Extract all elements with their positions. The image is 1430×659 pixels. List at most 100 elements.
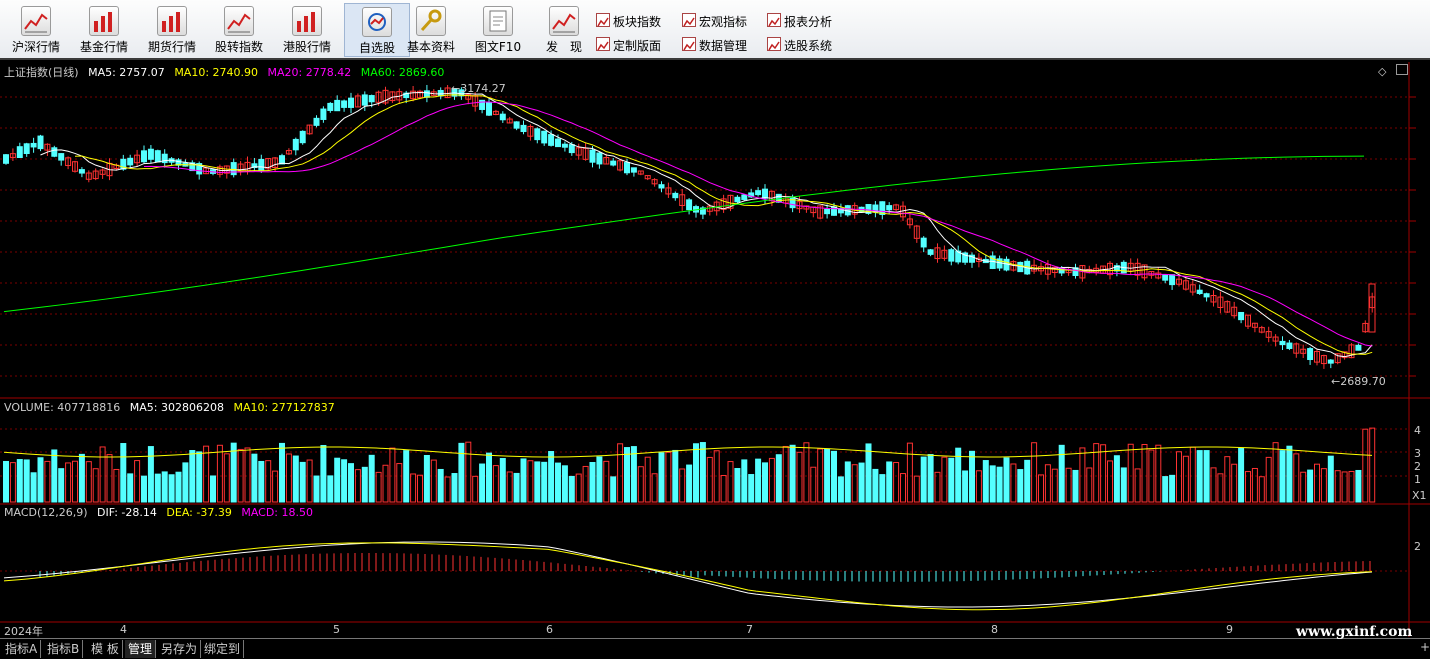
volume-bar <box>568 475 575 503</box>
ma10-readout: MA10: 2740.90 <box>174 66 259 79</box>
volume-bar <box>727 461 734 503</box>
candle <box>327 102 334 111</box>
candle <box>78 169 85 174</box>
maximize-icon[interactable] <box>1396 64 1408 75</box>
toolbar-button-4[interactable]: 港股行情 <box>274 3 340 57</box>
toolbar-small-button-5[interactable]: 选股系统 <box>767 36 832 56</box>
volume-bar <box>596 456 603 503</box>
candle <box>741 194 748 200</box>
volume-bar <box>479 463 486 503</box>
candle <box>520 124 527 133</box>
volume-bar <box>210 475 216 503</box>
volume-bar <box>720 474 727 503</box>
volume-bar <box>1279 450 1286 503</box>
candle <box>596 152 603 165</box>
candle <box>499 113 506 121</box>
volume-bar <box>686 464 693 503</box>
bottom-tab-1[interactable]: 指标B <box>44 640 84 658</box>
volume-bar <box>1127 443 1134 503</box>
toolbar-button-1[interactable]: 基金行情 <box>71 3 137 57</box>
toolbar-small-button-4[interactable]: 数据管理 <box>682 36 747 56</box>
volume-bar <box>168 474 175 503</box>
high-price-label: ←3174.27 <box>451 82 506 95</box>
volume-bar <box>1141 444 1148 503</box>
toolbar-button-0[interactable]: 沪深行情 <box>3 3 69 57</box>
volume-bar <box>1334 470 1341 503</box>
volume-bar <box>775 454 782 503</box>
candle <box>920 237 927 248</box>
data-icon <box>682 37 696 51</box>
add-icon[interactable]: + <box>1420 640 1430 654</box>
hk-chart-icon <box>292 6 322 36</box>
volume-bar <box>354 469 361 503</box>
macd-title: MACD(12,26,9) <box>4 506 88 519</box>
volume-bar <box>824 448 831 503</box>
volume-bar <box>37 457 44 503</box>
volume-bar <box>1107 460 1113 503</box>
bottom-tab-3[interactable]: 管理 <box>125 640 157 658</box>
candle <box>320 108 327 120</box>
toolbar-small-button-label: 选股系统 <box>784 39 833 53</box>
volume-bar <box>189 450 196 503</box>
volume-bar <box>693 443 699 503</box>
volume-bar <box>1003 457 1010 503</box>
candle <box>1279 340 1286 346</box>
settings-diamond-icon[interactable]: ◇ <box>1378 65 1386 78</box>
toolbar-button-2[interactable]: 期货行情 <box>139 3 205 57</box>
volume-bar <box>858 462 865 503</box>
bottom-tab-2[interactable]: 模 板 <box>88 640 123 658</box>
volume-bar <box>113 468 120 503</box>
x-axis-label: 9 <box>1226 623 1233 636</box>
bottom-tab-5[interactable]: 绑定到 <box>201 640 245 658</box>
bottom-tab-4[interactable]: 另存为 <box>158 640 202 658</box>
toolbar-small-button-1[interactable]: 宏观指标 <box>682 12 747 32</box>
candle <box>258 158 265 171</box>
volume-bar <box>1231 463 1238 503</box>
macd-panel-header: MACD(12,26,9) DIF: -28.14 DEA: -37.39 MA… <box>4 506 319 519</box>
volume-bar <box>1224 456 1231 503</box>
toolbar-small-button-3[interactable]: 定制版面 <box>596 36 661 56</box>
volume-bar <box>699 442 706 503</box>
candle <box>534 128 541 141</box>
candle <box>1169 274 1176 286</box>
volume-bar <box>327 475 334 503</box>
toolbar-button-8[interactable]: 发 现 <box>531 3 597 57</box>
candle <box>824 208 831 215</box>
screener-icon <box>767 37 781 51</box>
candle <box>58 153 65 161</box>
volume-bar <box>1017 469 1024 503</box>
volume-bar <box>265 460 272 503</box>
volume-bar <box>1362 428 1369 503</box>
volume-bar <box>230 442 237 503</box>
candle <box>486 102 492 116</box>
discover-chart-icon <box>549 6 579 36</box>
toolbar-small-button-2[interactable]: 报表分析 <box>767 12 832 32</box>
bottom-tab-0[interactable]: 指标A <box>2 640 42 658</box>
chart-area[interactable]: 上证指数(日线) MA5: 2757.07 MA10: 2740.90 MA20… <box>0 62 1430 638</box>
volume-bar <box>134 460 141 503</box>
volume-bar <box>1307 469 1314 503</box>
volume-bar <box>451 473 458 503</box>
volume-bar <box>982 460 989 503</box>
volume-bar <box>403 450 410 503</box>
toolbar-button-3[interactable]: 股转指数 <box>206 3 272 57</box>
volume-bar <box>486 452 492 503</box>
volume-bar <box>1189 446 1196 503</box>
candle <box>548 134 555 146</box>
candle <box>23 143 30 155</box>
toolbar-small-button-0[interactable]: 板块指数 <box>596 12 661 32</box>
x-axis-label: 4 <box>120 623 127 636</box>
volume-bar <box>582 465 589 503</box>
volume-bar <box>285 453 292 503</box>
volume-bar <box>99 446 106 503</box>
volume-bar <box>844 461 851 503</box>
candle <box>299 130 306 144</box>
toolbar-button-6[interactable]: 基本资料 <box>398 3 464 57</box>
sector-icon <box>596 13 610 27</box>
candle <box>292 138 299 151</box>
volume-bar <box>755 458 762 503</box>
volume-bar <box>1320 468 1327 503</box>
toolbar-button-7[interactable]: 图文F10 <box>465 3 531 57</box>
chart-canvas[interactable] <box>0 62 1430 637</box>
report-icon <box>767 13 781 27</box>
